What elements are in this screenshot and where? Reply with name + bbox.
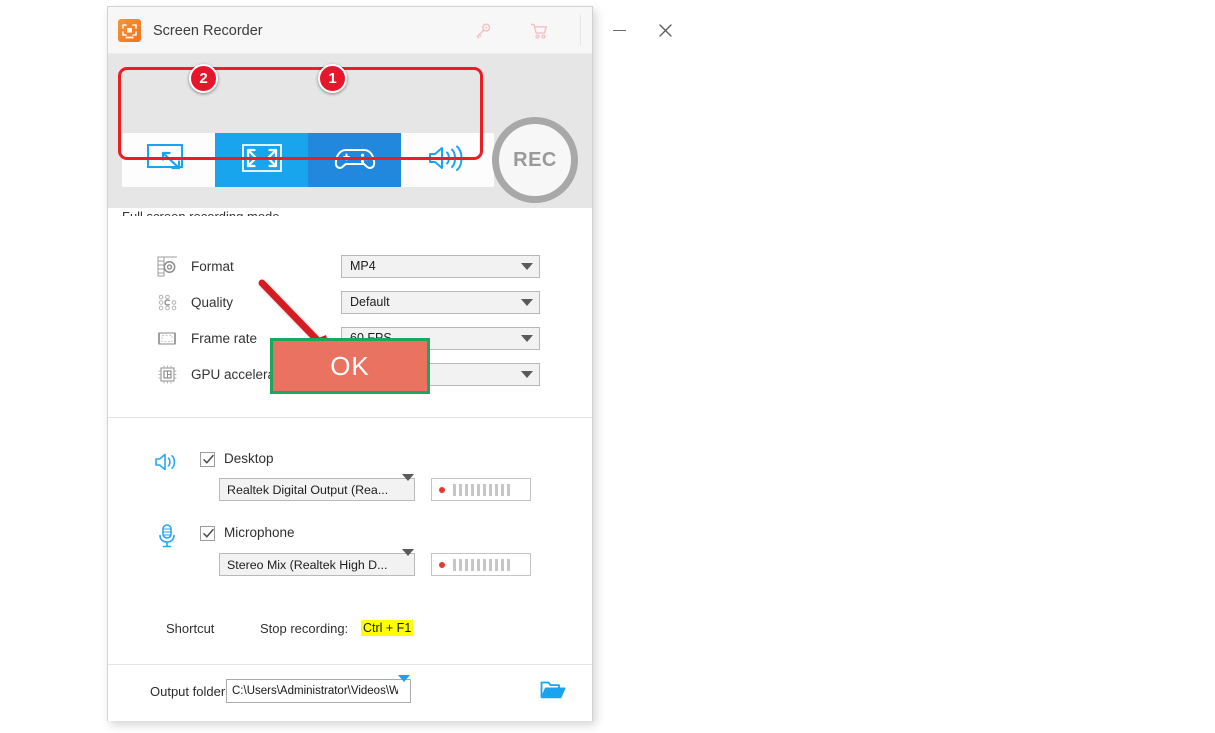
app-title: Screen Recorder xyxy=(153,22,263,39)
desktop-audio-label: Desktop xyxy=(224,451,274,466)
mode-bar: REC Full screen recording mode. xyxy=(108,54,592,255)
desktop-volume-meter xyxy=(431,478,531,501)
app-logo-icon xyxy=(118,19,141,42)
format-dropdown[interactable]: MP4 xyxy=(341,254,540,278)
close-icon xyxy=(658,24,672,37)
output-folder-value: C:\Users\Administrator\Videos\WonderFox … xyxy=(232,685,398,697)
chevron-down-icon xyxy=(515,334,539,342)
chevron-down-icon xyxy=(515,298,539,306)
gpu-icon xyxy=(156,363,178,385)
microphone-device-dropdown[interactable]: Stereo Mix (Realtek High D... xyxy=(219,548,415,576)
ok-button-overlay[interactable]: OK xyxy=(270,338,430,394)
full-screen-icon xyxy=(241,143,283,178)
quality-dropdown[interactable]: Default xyxy=(341,290,540,314)
setting-label-format: Format xyxy=(191,258,234,274)
microphone-checkbox[interactable] xyxy=(200,526,215,541)
custom-region-icon xyxy=(146,142,192,179)
chevron-down-icon xyxy=(402,548,414,574)
mode-audio-button[interactable] xyxy=(401,133,494,187)
minimize-button[interactable] xyxy=(600,15,638,46)
mode-game-button[interactable] xyxy=(308,133,401,187)
record-dot-icon xyxy=(439,486,445,493)
record-button[interactable]: REC xyxy=(492,117,578,203)
microphone-volume-meter xyxy=(431,553,531,576)
chevron-down-icon xyxy=(515,370,539,378)
check-icon xyxy=(203,528,214,538)
ok-button-label: OK xyxy=(330,350,370,381)
record-dot-icon xyxy=(439,561,445,568)
footer: Output folder: C:\Users\Administrator\Vi… xyxy=(108,665,592,721)
recording-mode-strip xyxy=(122,133,494,187)
chevron-down-icon xyxy=(515,262,539,270)
desktop-device-value: Realtek Digital Output (Rea... xyxy=(227,482,389,497)
browse-folder-button[interactable] xyxy=(539,677,567,703)
chevron-down-icon xyxy=(398,675,410,700)
desktop-device-dropdown[interactable]: Realtek Digital Output (Rea... xyxy=(219,473,415,501)
game-controller-icon xyxy=(331,143,379,178)
minimize-icon xyxy=(612,29,626,32)
speaker-icon xyxy=(153,448,181,476)
quality-icon xyxy=(156,291,178,313)
microphone-device-value: Stereo Mix (Realtek High D... xyxy=(227,557,388,572)
output-folder-dropdown[interactable]: C:\Users\Administrator\Videos\WonderFox … xyxy=(226,675,411,703)
setting-label-quality: Quality xyxy=(191,294,234,310)
titlebar-divider xyxy=(580,15,581,46)
title-bar: Screen Recorder xyxy=(108,7,672,54)
stop-recording-hotkey[interactable]: Ctrl + F1 xyxy=(361,620,414,636)
step-badge-2: 2 xyxy=(189,64,218,93)
setting-row-quality: Quality Default xyxy=(108,287,592,317)
microphone-label: Microphone xyxy=(224,525,295,540)
setting-row-format: Format MP4 xyxy=(108,251,592,281)
mode-full-screen-button[interactable] xyxy=(215,133,308,187)
output-folder-label: Output folder: xyxy=(150,684,229,699)
setting-label-frame-rate: Frame rate xyxy=(191,330,258,346)
microphone-icon xyxy=(153,522,181,550)
record-button-label: REC xyxy=(513,148,557,171)
step-badge-1: 1 xyxy=(318,64,347,93)
mode-custom-region-button[interactable] xyxy=(122,133,215,187)
key-icon[interactable] xyxy=(472,20,494,42)
check-icon xyxy=(203,454,214,464)
stop-recording-label: Stop recording: xyxy=(260,621,349,636)
open-folder-icon xyxy=(540,681,566,699)
format-icon xyxy=(156,255,178,277)
chevron-down-icon xyxy=(402,473,414,499)
frame-rate-icon xyxy=(156,327,178,349)
close-button[interactable] xyxy=(646,15,684,46)
quality-value: Default xyxy=(350,295,390,309)
format-value: MP4 xyxy=(350,259,376,273)
screenshot-root: Screen Recorder REC Format MP4 Quality D… xyxy=(0,0,1215,733)
speaker-icon xyxy=(425,142,471,179)
shortcut-label: Shortcut xyxy=(166,621,215,636)
desktop-audio-checkbox[interactable] xyxy=(200,452,215,467)
cart-icon[interactable] xyxy=(528,20,550,42)
audio-panel: Desktop Realtek Digital Output (Rea... M… xyxy=(108,418,592,665)
